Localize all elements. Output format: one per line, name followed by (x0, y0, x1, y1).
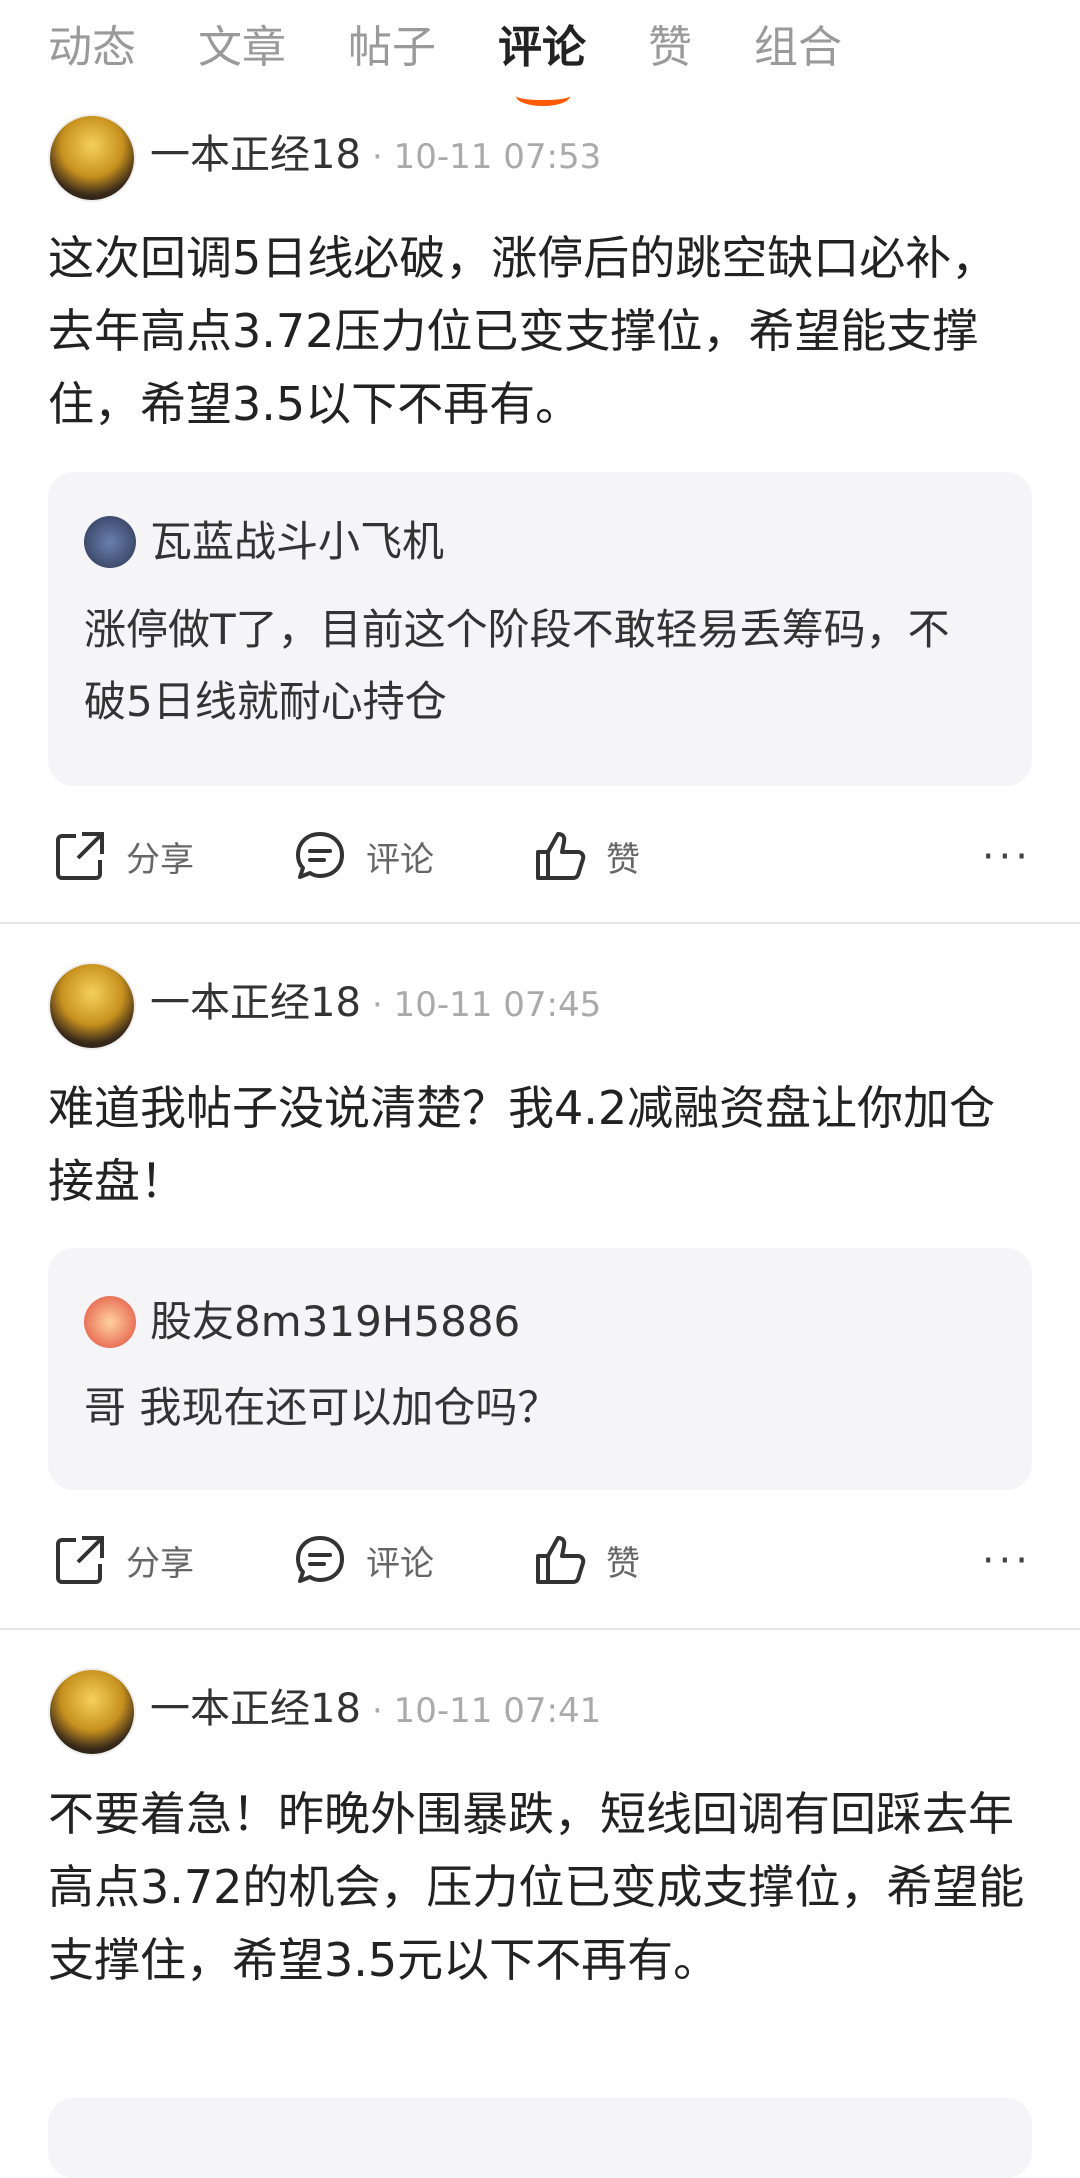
action-bar: 分享 评论 赞 ··· (0, 1520, 1080, 1600)
more-options-icon[interactable]: ··· (982, 834, 1032, 880)
share-label: 分享 (126, 839, 194, 880)
divider (0, 922, 1080, 924)
thumbs-up-icon (536, 1536, 586, 1584)
quoted-comment[interactable]: 股友8m319H5886 哥 我现在还可以加仓吗？ (48, 1248, 1032, 1490)
avatar[interactable] (48, 114, 136, 202)
tab-articles[interactable]: 文章 (198, 18, 286, 78)
like-button[interactable]: 赞 (532, 1520, 640, 1600)
quoted-author[interactable]: 瓦蓝战斗小飞机 (150, 514, 444, 570)
post-time: · 10-11 07:41 (372, 1691, 602, 1731)
thumbs-up-icon (536, 832, 586, 880)
avatar[interactable] (84, 516, 136, 568)
tab-dynamic[interactable]: 动态 (48, 18, 136, 78)
avatar[interactable] (48, 1668, 136, 1756)
share-button[interactable]: 分享 (52, 816, 194, 896)
share-button[interactable]: 分享 (52, 1520, 194, 1600)
comment-icon (296, 832, 344, 879)
tab-posts[interactable]: 帖子 (348, 18, 436, 78)
comment-label: 评论 (366, 839, 434, 880)
author-name[interactable]: 一本正经18 (150, 1682, 361, 1736)
tab-likes[interactable]: 赞 (648, 18, 692, 78)
comment-label: 评论 (366, 1543, 434, 1584)
post-time: · 10-11 07:45 (372, 985, 602, 1025)
comment-text[interactable]: 难道我帖子没说清楚？我4.2减融资盘让你加仓接盘！ (48, 1072, 1028, 1218)
avatar[interactable] (84, 1296, 136, 1348)
share-icon (56, 1536, 104, 1584)
quoted-comment[interactable]: 瓦蓝战斗小飞机 涨停做T了，目前这个阶段不敢轻易丢筹码，不破5日线就耐心持仓 (48, 472, 1032, 786)
comment-icon (296, 1536, 344, 1583)
author-name[interactable]: 一本正经18 (150, 976, 361, 1030)
like-button[interactable]: 赞 (532, 816, 640, 896)
quoted-author[interactable]: 股友8m319H5886 (150, 1294, 520, 1350)
share-label: 分享 (126, 1543, 194, 1584)
quoted-text: 涨停做T了，目前这个阶段不敢轻易丢筹码，不破5日线就耐心持仓 (84, 605, 950, 726)
post-time: · 10-11 07:53 (372, 137, 602, 177)
quoted-comment[interactable] (48, 2098, 1032, 2178)
author-name[interactable]: 一本正经18 (150, 128, 361, 182)
comment-button[interactable]: 评论 (292, 1520, 434, 1600)
like-label: 赞 (606, 839, 640, 880)
share-icon (56, 832, 104, 880)
avatar[interactable] (48, 962, 136, 1050)
divider (0, 1628, 1080, 1630)
comment-text[interactable]: 这次回调5日线必破，涨停后的跳空缺口必补，去年高点3.72压力位已变支撑位，希望… (48, 222, 1028, 441)
action-bar: 分享 评论 赞 ··· (0, 816, 1080, 896)
comment-button[interactable]: 评论 (292, 816, 434, 896)
tab-bar: 动态 文章 帖子 评论 赞 组合 (0, 0, 1080, 106)
quoted-text: 哥 我现在还可以加仓吗？ (84, 1383, 560, 1432)
tab-comments[interactable]: 评论 (498, 18, 586, 78)
more-options-icon[interactable]: ··· (982, 1538, 1032, 1584)
active-tab-indicator (516, 86, 570, 106)
comment-text[interactable]: 不要着急！昨晚外围暴跌，短线回调有回踩去年高点3.72的机会，压力位已变成支撑位… (48, 1778, 1028, 1997)
tab-portfolio[interactable]: 组合 (754, 18, 842, 78)
like-label: 赞 (606, 1543, 640, 1584)
